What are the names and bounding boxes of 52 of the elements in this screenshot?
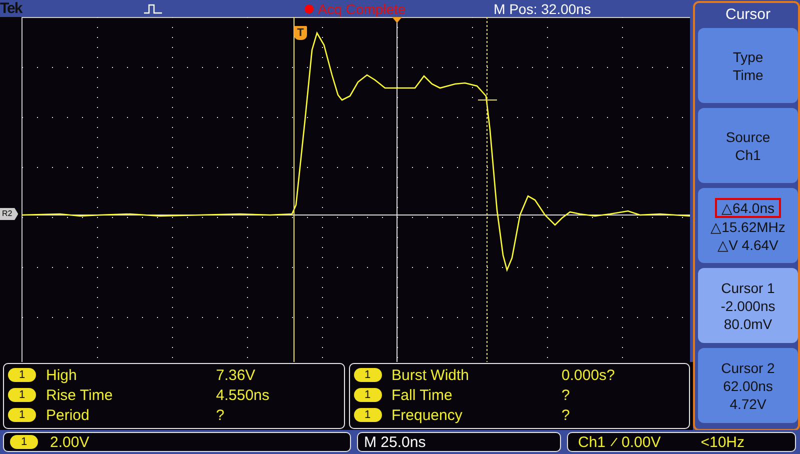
menu-readout: △V 4.64V [718, 236, 778, 254]
menu-readout: 80.0mV [724, 314, 772, 332]
vertical-scale: 2.00V [50, 434, 90, 450]
measurement-value: ? [216, 406, 226, 424]
measurement-value: 0.000s? [562, 366, 616, 384]
trigger-frequency: <10Hz [700, 434, 745, 450]
measurement-label: Fall Time [392, 386, 454, 404]
position-readout: M Pos: 32.00ns [494, 0, 591, 16]
menu-button[interactable]: Type Time [698, 28, 798, 103]
channel-badge: 1 [354, 368, 382, 382]
measurement-value: ? [562, 406, 571, 424]
brand-logo: Tek [0, 0, 22, 17]
position-marker-icon [392, 17, 402, 23]
trigger-level: 0.00V [622, 434, 661, 450]
reference-marker: R2 [0, 208, 18, 220]
menu-readout: Type [732, 48, 764, 66]
acquisition-status: Acq Complete [318, 0, 406, 16]
menu-readout: 62.00ns [723, 376, 773, 394]
menu-readout: △15.62MHz [710, 218, 786, 236]
rising-edge-icon [610, 437, 618, 447]
menu-button[interactable]: △64.0ns △15.62MHz △V 4.64V [698, 188, 798, 263]
menu-readout: Ch1 [735, 146, 761, 164]
channel-badge: 1 [8, 368, 36, 382]
menu-readout: Cursor 2 [721, 358, 775, 376]
menu-readout: Cursor 1 [721, 278, 775, 296]
highlighted-readout: △64.0ns [715, 198, 781, 218]
menu-title: Cursor [724, 5, 772, 23]
measurement-label: High [46, 366, 78, 384]
channel-badge: 1 [8, 388, 36, 402]
trigger-marker: T [294, 26, 307, 40]
measurement-label: Burst Width [392, 366, 470, 384]
measurement-value: ? [562, 386, 571, 404]
menu-readout: Source [726, 128, 770, 146]
channel-badge: 1 [10, 435, 38, 449]
menu-button[interactable]: Cursor 1 -2.000ns 80.0mV [698, 268, 798, 343]
channel-badge: 1 [354, 408, 382, 422]
timebase: M 25.0ns [364, 434, 426, 450]
pulse-icon [144, 4, 162, 14]
measurement-value: 7.36V [216, 366, 256, 384]
menu-button[interactable]: Cursor 2 62.00ns 4.72V [698, 348, 798, 423]
measurement-label: Frequency [392, 406, 464, 424]
status-dot-icon [304, 4, 314, 14]
menu-readout: Time [732, 66, 764, 84]
measurement-label: Period [46, 406, 90, 424]
channel-badge: 1 [354, 388, 382, 402]
menu-button[interactable]: Source Ch1 [698, 108, 798, 183]
measurement-label: Rise Time [46, 386, 114, 404]
menu-readout: -2.000ns [720, 296, 776, 314]
menu-readout: 4.72V [730, 394, 766, 412]
measurement-value: 4.550ns [216, 386, 270, 404]
trigger-source: Ch1 [578, 434, 606, 450]
channel-badge: 1 [8, 408, 36, 422]
